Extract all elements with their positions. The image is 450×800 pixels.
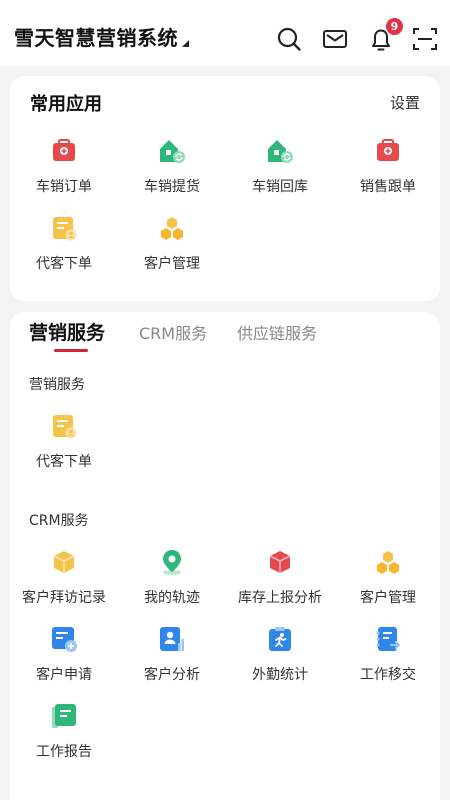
common-apps-title: 常用应用 [30, 94, 102, 115]
app-item-label: 销售跟单 [360, 179, 416, 195]
blue-add-doc-icon [52, 627, 77, 652]
blue-person-chart-icon [160, 627, 184, 651]
app-item-sales-tracking[interactable]: 销售跟单 [334, 137, 442, 196]
app-item-label: 代客下单 [36, 256, 92, 272]
service-item-order-for-customer[interactable]: 代客下单 [10, 412, 118, 471]
service-item-label: 客户管理 [360, 590, 416, 606]
settings-link[interactable]: 设置 [390, 92, 420, 113]
app-item-customer-management[interactable]: 客户管理 [118, 214, 226, 273]
mail-icon[interactable] [322, 26, 348, 52]
service-item-my-trajectory[interactable]: 我的轨迹 [118, 548, 226, 607]
tab-crm-services[interactable]: CRM服务 [139, 320, 207, 344]
yellow-hex-icon [377, 551, 399, 574]
app-item-label: 客户管理 [144, 256, 200, 272]
active-tab-indicator [54, 349, 88, 352]
service-item-label: 客户申请 [36, 667, 92, 683]
service-item-label: 客户拜访记录 [22, 590, 106, 606]
app-item-car-sales-pickup[interactable]: 车销提货 [118, 137, 226, 196]
app-title: 雪天智慧营销系统 [14, 26, 178, 50]
service-item-work-report[interactable]: 工作报告 [10, 702, 118, 761]
app-header: 雪天智慧营销系统 9 [0, 0, 450, 66]
service-item-customer-analysis[interactable]: 客户分析 [118, 625, 226, 684]
service-item-label: 工作报告 [36, 744, 92, 760]
green-house-icon [160, 140, 185, 163]
tab-marketing-services[interactable]: 营销服务 [29, 318, 105, 345]
yellow-hex-icon [161, 217, 183, 240]
red-kit-icon [377, 139, 399, 161]
service-item-label: 库存上报分析 [238, 590, 322, 606]
yellow-box-icon [53, 551, 75, 573]
app-item-car-sales-return[interactable]: 车销回库 [226, 137, 334, 196]
service-item-label: 我的轨迹 [144, 590, 200, 606]
green-pin-icon [163, 550, 181, 575]
service-item-customer-application[interactable]: 客户申请 [10, 625, 118, 684]
service-item-customer-management[interactable]: 客户管理 [334, 548, 442, 607]
green-book-icon [52, 704, 76, 728]
crm-section-title: CRM服务 [29, 513, 89, 529]
service-item-label: 外勤统计 [252, 667, 308, 683]
search-icon[interactable] [276, 26, 302, 52]
app-item-label: 车销订单 [36, 179, 92, 195]
marketing-section-title: 营销服务 [29, 377, 85, 393]
common-apps-card: 常用应用 设置 车销订单 车销提货 车销回库 销售跟单 代客下单 客户管理 [10, 76, 440, 301]
app-title-selector[interactable]: 雪天智慧营销系统 [14, 22, 189, 51]
tab-supply-chain-services[interactable]: 供应链服务 [237, 320, 317, 344]
services-card: 营销服务 CRM服务 供应链服务 营销服务 代客下单 CRM服务 客户拜访记录 [10, 312, 440, 800]
service-item-label: 工作移交 [360, 667, 416, 683]
caret-down-icon [182, 40, 189, 47]
scan-icon[interactable] [412, 26, 438, 52]
yellow-doc-icon [53, 217, 77, 241]
service-item-field-work-stats[interactable]: 外勤统计 [226, 625, 334, 684]
service-item-work-handover[interactable]: 工作移交 [334, 625, 442, 684]
service-item-label: 代客下单 [36, 454, 92, 470]
green-house-icon [268, 140, 293, 163]
yellow-doc-icon [53, 415, 77, 439]
app-item-label: 车销回库 [252, 179, 308, 195]
app-item-label: 车销提货 [144, 179, 200, 195]
app-item-car-sales-order[interactable]: 车销订单 [10, 137, 118, 196]
service-item-label: 客户分析 [144, 667, 200, 683]
service-item-customer-visit-records[interactable]: 客户拜访记录 [10, 548, 118, 607]
blue-notebook-icon [376, 627, 401, 651]
red-box-icon [269, 551, 291, 573]
service-item-inventory-report-analysis[interactable]: 库存上报分析 [226, 548, 334, 607]
notification-badge: 9 [386, 18, 403, 35]
blue-runner-icon [269, 627, 291, 651]
red-kit-icon [53, 139, 75, 161]
app-item-order-for-customer[interactable]: 代客下单 [10, 214, 118, 273]
